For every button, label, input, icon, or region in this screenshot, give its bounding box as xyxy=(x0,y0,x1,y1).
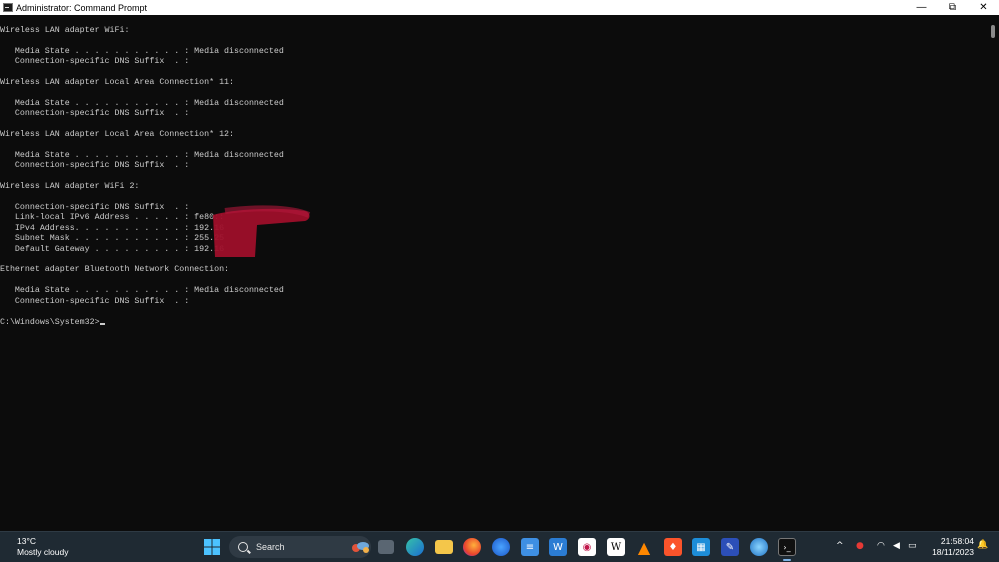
windows-start-icon[interactable] xyxy=(203,538,221,556)
battery-icon[interactable]: ▭ xyxy=(908,541,917,551)
console-line: Wireless LAN adapter WiFi 2: xyxy=(0,182,140,191)
file-explorer-icon[interactable] xyxy=(435,540,453,554)
wikipedia-icon[interactable]: W xyxy=(607,538,625,556)
console-line: Connection-specific DNS Suffix . : xyxy=(0,161,190,170)
firefox-icon[interactable] xyxy=(463,538,481,556)
console-line: Media State . . . . . . . . . . . : Medi… xyxy=(0,99,284,108)
chevron-up-icon[interactable]: ^ xyxy=(836,541,844,551)
taskbar-search-box[interactable]: Search xyxy=(229,536,371,558)
redaction-mark xyxy=(213,205,311,257)
active-app-indicator xyxy=(783,559,791,561)
maximize-button[interactable]: ⧉ xyxy=(937,0,968,15)
wifi-icon[interactable]: ◠ xyxy=(877,541,885,551)
word-icon[interactable]: W xyxy=(549,538,567,556)
terminal-icon[interactable]: ›_ xyxy=(778,538,796,556)
weather-temperature: 13°C xyxy=(17,536,36,546)
window-controls: — ⧉ ✕ xyxy=(906,0,999,15)
brave-icon[interactable]: ♦ xyxy=(664,538,682,556)
image-editor-icon[interactable]: ✎ xyxy=(721,538,739,556)
taskbar-clock[interactable]: 21:58:04 18/11/2023 xyxy=(926,536,974,558)
vertical-scrollbar[interactable] xyxy=(988,15,999,531)
console-line: Media State . . . . . . . . . . . : Medi… xyxy=(0,151,284,160)
close-button[interactable]: ✕ xyxy=(968,0,999,15)
console-line: Link-local IPv6 Address . . . . . : fe80… xyxy=(0,213,225,222)
clock-date: 18/11/2023 xyxy=(932,547,974,557)
text-cursor xyxy=(99,323,105,325)
title-bar: Administrator: Command Prompt — ⧉ ✕ xyxy=(0,0,999,15)
weather-widget[interactable]: 13°C Mostly cloudy xyxy=(17,536,69,558)
console-line: IPv4 Address. . . . . . . . . . . : 192.… xyxy=(0,224,225,233)
notepad-icon[interactable]: ≡ xyxy=(521,538,539,556)
cmd-app-icon xyxy=(3,3,13,12)
console-line: Subnet Mask . . . . . . . . . . . : 255.… xyxy=(0,234,225,243)
vlc-icon[interactable]: ▲ xyxy=(635,538,653,557)
clock-time: 21:58:04 xyxy=(940,536,974,546)
console-line: Wireless LAN adapter WiFi: xyxy=(0,26,130,35)
console-line: Connection-specific DNS Suffix . : xyxy=(0,203,190,212)
browser-icon[interactable] xyxy=(750,538,768,556)
edge-icon[interactable] xyxy=(406,538,424,556)
search-icon xyxy=(238,542,248,552)
console-line: Media State . . . . . . . . . . . : Medi… xyxy=(0,47,284,56)
console-line: Wireless LAN adapter Local Area Connecti… xyxy=(0,130,235,139)
task-view-icon[interactable] xyxy=(378,540,394,554)
console-line: Ethernet adapter Bluetooth Network Conne… xyxy=(0,265,230,274)
console-line: Connection-specific DNS Suffix . : xyxy=(0,109,190,118)
excel-icon[interactable]: ▦ xyxy=(692,538,710,556)
window-title: Administrator: Command Prompt xyxy=(16,2,148,13)
console-output[interactable]: Wireless LAN adapter WiFi: Media State .… xyxy=(0,15,988,531)
thunderbird-icon[interactable] xyxy=(492,538,510,556)
console-line: Wireless LAN adapter Local Area Connecti… xyxy=(0,78,235,87)
notification-app-icon[interactable]: ● xyxy=(856,541,864,551)
weather-condition: Mostly cloudy xyxy=(17,547,69,557)
minimize-button[interactable]: — xyxy=(906,0,937,15)
search-label: Search xyxy=(256,542,285,552)
widget-icon xyxy=(351,540,369,554)
console-line: Default Gateway . . . . . . . . . : 192.… xyxy=(0,245,225,254)
app-icon[interactable]: ◉ xyxy=(578,538,596,556)
taskbar: 13°C Mostly cloudy Search ≡ W ◉ W ▲ ♦ ▦ … xyxy=(0,531,999,562)
prompt-path: C:\Windows\System32> xyxy=(0,318,100,327)
console-line: Connection-specific DNS Suffix . : xyxy=(0,57,190,66)
speaker-icon[interactable]: ◀ xyxy=(893,541,900,551)
console-line: Media State . . . . . . . . . . . : Medi… xyxy=(0,286,284,295)
scrollbar-thumb[interactable] xyxy=(991,25,995,38)
console-line: Connection-specific DNS Suffix . : xyxy=(0,297,190,306)
command-prompt-line[interactable]: C:\Windows\System32> xyxy=(0,318,105,328)
notification-bell-icon[interactable]: 🔔 xyxy=(977,540,988,550)
